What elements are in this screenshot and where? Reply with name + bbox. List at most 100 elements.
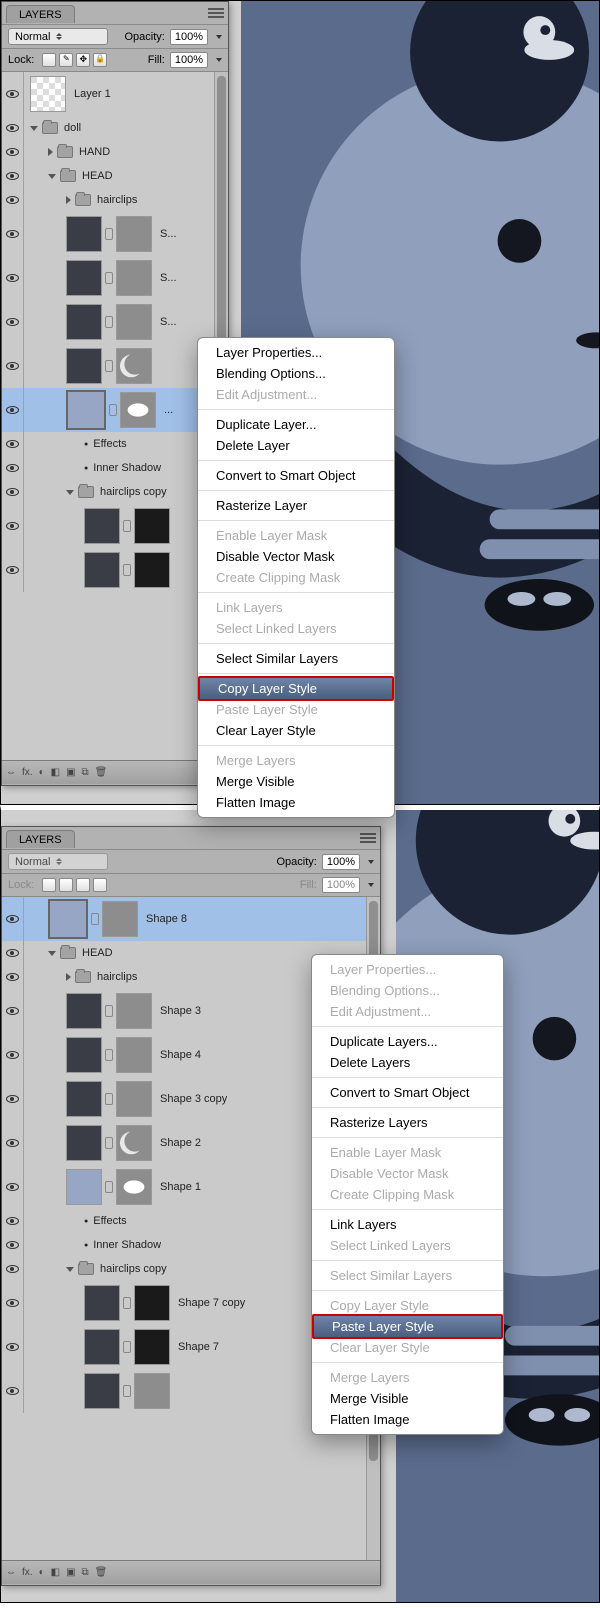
layer-name[interactable]: hairclips [97, 194, 137, 206]
layer-thumbnail[interactable] [66, 260, 102, 296]
visibility-eye-icon[interactable] [6, 1051, 19, 1059]
visibility-eye-icon[interactable] [6, 488, 19, 496]
disclosure-triangle-icon[interactable] [48, 148, 53, 156]
disclosure-triangle-icon[interactable] [66, 1267, 74, 1272]
layer-name[interactable]: HAND [79, 146, 110, 158]
vector-mask-thumbnail[interactable] [102, 901, 138, 937]
disclosure-triangle-icon[interactable] [66, 196, 71, 204]
layer-name[interactable]: ... [164, 404, 173, 416]
visibility-eye-icon[interactable] [6, 1265, 19, 1273]
layer-thumbnail[interactable] [84, 552, 120, 588]
visibility-eye-icon[interactable] [6, 522, 19, 530]
vector-mask-thumbnail[interactable] [134, 1285, 170, 1321]
layer-row[interactable]: hairclips [2, 188, 228, 212]
layer-thumbnail[interactable] [30, 76, 66, 112]
footer-button[interactable]: ◐ [39, 1567, 45, 1578]
layer-thumbnail[interactable] [66, 390, 106, 430]
vector-mask-thumbnail[interactable] [134, 552, 170, 588]
layer-name[interactable]: Shape 7 copy [178, 1297, 245, 1309]
vector-mask-thumbnail[interactable] [116, 216, 152, 252]
lock-transparency-icon[interactable] [42, 53, 56, 67]
menu-item[interactable]: Select Similar Layers [198, 648, 394, 669]
layer-name[interactable]: Shape 3 copy [160, 1093, 227, 1105]
vector-mask-thumbnail[interactable] [116, 348, 152, 384]
layer-row[interactable] [2, 548, 228, 592]
footer-button[interactable]: ◧ [51, 767, 60, 778]
lock-all-icon[interactable] [93, 878, 107, 892]
layer-name[interactable]: S... [160, 228, 177, 240]
layer-name[interactable]: Shape 2 [160, 1137, 201, 1149]
opacity-field[interactable]: 100% [170, 29, 208, 45]
panel-menu-icon[interactable] [360, 831, 376, 845]
visibility-eye-icon[interactable] [6, 1095, 19, 1103]
layers-tab[interactable]: LAYERS [6, 5, 75, 23]
layer-name[interactable]: doll [64, 122, 81, 134]
layer-row[interactable]: HEAD [2, 164, 228, 188]
link-mask-icon[interactable] [105, 1005, 113, 1017]
layer-name[interactable]: Inner Shadow [93, 1239, 161, 1251]
menu-item[interactable]: Convert to Smart Object [312, 1082, 503, 1103]
vector-mask-thumbnail[interactable] [134, 1373, 170, 1409]
link-mask-icon[interactable] [105, 272, 113, 284]
layer-name[interactable]: Shape 8 [146, 913, 187, 925]
layers-tab[interactable]: LAYERS [6, 830, 75, 848]
menu-item[interactable]: Delete Layer [198, 435, 394, 456]
footer-button[interactable]: ◧ [51, 1567, 60, 1578]
layer-thumbnail[interactable] [84, 1373, 120, 1409]
menu-item[interactable]: Blending Options... [198, 363, 394, 384]
visibility-eye-icon[interactable] [6, 973, 19, 981]
layer-thumbnail[interactable] [84, 1285, 120, 1321]
link-mask-icon[interactable] [105, 360, 113, 372]
layer-thumbnail[interactable] [66, 304, 102, 340]
layer-name[interactable]: Shape 7 [178, 1341, 219, 1353]
layer-row[interactable]: ... [2, 388, 228, 432]
vector-mask-thumbnail[interactable] [116, 1081, 152, 1117]
disclosure-triangle-icon[interactable] [48, 951, 56, 956]
opacity-field[interactable]: 100% [322, 854, 360, 870]
link-mask-icon[interactable] [105, 1137, 113, 1149]
layer-row[interactable]: S... [2, 300, 228, 344]
link-mask-icon[interactable] [109, 404, 117, 416]
menu-item[interactable]: Duplicate Layer... [198, 414, 394, 435]
visibility-eye-icon[interactable] [6, 1007, 19, 1015]
layer-name[interactable]: HEAD [82, 170, 113, 182]
footer-button[interactable]: 🗑 [95, 1567, 108, 1578]
menu-item[interactable]: Merge Visible [312, 1388, 503, 1409]
menu-item[interactable]: Flatten Image [198, 792, 394, 813]
visibility-eye-icon[interactable] [6, 566, 19, 574]
visibility-eye-icon[interactable] [6, 915, 19, 923]
layer-row[interactable]: Shape 8 [2, 897, 380, 941]
layer-name[interactable]: Effects [93, 1215, 126, 1227]
layer-row[interactable]: ●Effects [2, 432, 228, 456]
visibility-eye-icon[interactable] [6, 1139, 19, 1147]
link-mask-icon[interactable] [123, 1341, 131, 1353]
visibility-eye-icon[interactable] [6, 90, 19, 98]
fill-field[interactable]: 100% [170, 52, 208, 68]
link-mask-icon[interactable] [123, 1297, 131, 1309]
visibility-eye-icon[interactable] [6, 274, 19, 282]
lock-position-icon[interactable]: ✥ [76, 53, 90, 67]
visibility-eye-icon[interactable] [6, 1299, 19, 1307]
layer-name[interactable]: S... [160, 316, 177, 328]
layer-row[interactable]: ●Inner Shadow [2, 456, 228, 480]
footer-button[interactable]: fx. [22, 1567, 33, 1578]
layer-row[interactable]: S... [2, 212, 228, 256]
layer-name[interactable]: S... [160, 272, 177, 284]
vector-mask-thumbnail[interactable] [134, 1329, 170, 1365]
link-mask-icon[interactable] [91, 913, 99, 925]
layer-row[interactable]: S... [2, 256, 228, 300]
layer-row[interactable] [2, 344, 228, 388]
disclosure-triangle-icon[interactable] [66, 490, 74, 495]
footer-button[interactable]: ◐ [39, 767, 45, 778]
footer-button[interactable]: ▣ [66, 1567, 75, 1578]
fill-field[interactable]: 100% [322, 877, 360, 893]
disclosure-triangle-icon[interactable] [66, 973, 71, 981]
lock-transparency-icon[interactable] [42, 878, 56, 892]
layer-row[interactable] [2, 504, 228, 548]
visibility-eye-icon[interactable] [6, 1387, 19, 1395]
layer-row[interactable]: doll [2, 116, 228, 140]
layer-name[interactable]: Shape 1 [160, 1181, 201, 1193]
layer-thumbnail[interactable] [66, 348, 102, 384]
layer-name[interactable]: Inner Shadow [93, 462, 161, 474]
visibility-eye-icon[interactable] [6, 172, 19, 180]
